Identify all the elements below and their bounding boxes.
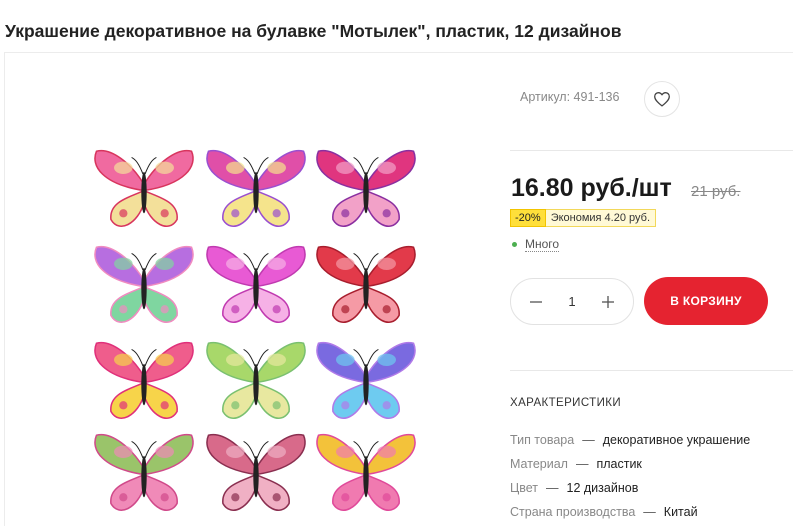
minus-icon <box>530 300 542 303</box>
spec-key: Страна производства <box>510 505 636 519</box>
spec-value: декоративное украшение <box>602 433 751 447</box>
butterfly-design <box>92 239 196 332</box>
quantity-input[interactable] <box>557 294 587 309</box>
spec-dash: — <box>546 481 559 495</box>
spec-row: Материал — пластик <box>510 457 642 471</box>
spec-key: Материал <box>510 457 568 471</box>
spec-value: 12 дизайнов <box>566 481 639 495</box>
current-price: 16.80 руб./шт <box>511 174 672 202</box>
spec-row: Страна производства — Китай <box>510 505 698 519</box>
spec-dash: — <box>575 457 589 471</box>
quantity-stepper <box>510 278 634 325</box>
spec-dash: — <box>582 433 595 447</box>
spec-key: Тип товара <box>510 433 575 447</box>
stock-status: Много <box>512 237 560 252</box>
add-to-cart-button[interactable]: В КОРЗИНУ <box>644 277 768 325</box>
butterfly-design <box>314 427 418 520</box>
plus-icon <box>602 295 614 308</box>
savings-label: Экономия 4.20 руб. <box>545 209 656 227</box>
spec-dash: — <box>643 505 656 519</box>
heart-outline-icon <box>654 92 670 107</box>
butterfly-design <box>204 143 308 236</box>
discount-badge: -20% Экономия 4.20 руб. <box>510 209 656 227</box>
green-dot-icon <box>512 242 517 247</box>
product-image[interactable] <box>92 143 420 521</box>
butterfly-design <box>314 335 418 428</box>
spec-row: Тип товара — декоративное украшение <box>510 433 750 447</box>
butterfly-design <box>204 239 308 332</box>
spec-value: пластик <box>596 457 642 471</box>
spec-row: Цвет — 12 дизайнов <box>510 481 638 495</box>
butterfly-design <box>204 427 308 520</box>
plus-button[interactable] <box>597 291 619 313</box>
butterfly-design <box>314 239 418 332</box>
butterfly-design <box>204 335 308 428</box>
discount-percent: -20% <box>510 209 546 227</box>
favorite-button[interactable] <box>644 81 680 117</box>
specs-heading: ХАРАКТЕРИСТИКИ <box>510 397 622 409</box>
spec-key: Цвет <box>510 481 539 495</box>
butterfly-design <box>92 143 196 236</box>
butterfly-design <box>314 143 418 236</box>
product-title: Украшение декоративное на булавке "Мотыл… <box>5 21 622 41</box>
divider <box>510 150 793 151</box>
old-price: 21 руб. <box>691 183 741 200</box>
spec-value: Китай <box>663 505 698 519</box>
butterfly-design <box>92 427 196 520</box>
stock-link[interactable]: Много <box>525 237 560 252</box>
divider <box>510 370 793 371</box>
butterfly-design <box>92 335 196 428</box>
sku-label: Артикул: 491-136 <box>520 90 620 104</box>
minus-button[interactable] <box>525 291 547 313</box>
